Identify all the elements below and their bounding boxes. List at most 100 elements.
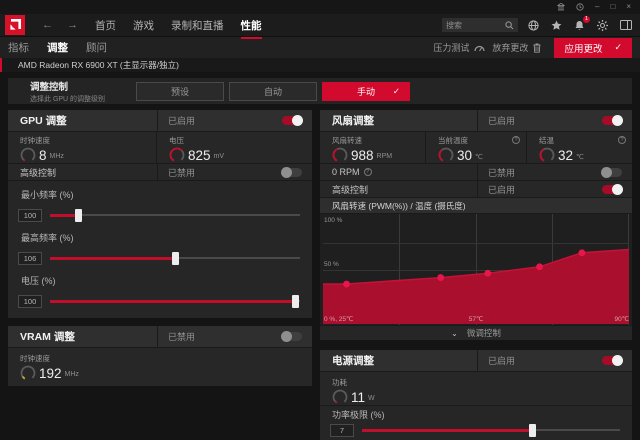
power-tuning-toggle[interactable] xyxy=(602,355,623,366)
min-frequency-label: 最小频率 (%) xyxy=(21,190,74,200)
fan-advanced-toggle[interactable] xyxy=(602,183,623,195)
fan-tuning-panel: 风扇调整 已启用 风扇转速 988 RPM 当前温度 ? 30 ℃ 结温 ? 3… xyxy=(320,110,632,340)
stress-test-label: 压力测试 xyxy=(433,43,470,53)
help-icon[interactable]: ? xyxy=(512,136,520,144)
search-input[interactable] xyxy=(446,20,505,30)
gpu-tuning-status: 已启用 xyxy=(168,116,196,126)
manual-button[interactable]: 手动 ✓ xyxy=(322,81,410,101)
fan-advanced-status: 已启用 xyxy=(488,184,516,195)
maximize-button[interactable]: □ xyxy=(610,3,615,11)
slider-thumb[interactable] xyxy=(74,209,82,222)
current-temp-unit: ℃ xyxy=(475,153,483,161)
main-navbar: ← → 首页 游戏 录制和直播 性能 1 xyxy=(0,14,640,39)
tuning-control-subtitle: 选择此 GPU 的调整级别 xyxy=(30,95,106,103)
power-consumption-unit: W xyxy=(368,395,375,402)
device-bar: AMD Radeon RX 6900 XT (主显示器/独立) xyxy=(0,58,640,72)
notification-badge: 1 xyxy=(583,15,590,23)
voltage-slider[interactable] xyxy=(50,295,300,308)
tab-metrics[interactable]: 指标 xyxy=(8,37,29,58)
tab-tuning[interactable]: 调整 xyxy=(47,37,68,60)
nav-item-home[interactable]: 首页 xyxy=(95,15,116,36)
junction-temp-gauge-icon xyxy=(539,147,555,163)
apply-changes-button[interactable]: 应用更改 ✓ xyxy=(554,37,632,58)
fan-tuning-status: 已启用 xyxy=(488,116,516,126)
power-tuning-title: 电源调整 xyxy=(332,355,374,367)
power-limit-slider[interactable] xyxy=(362,424,620,437)
slider-thumb[interactable] xyxy=(529,424,537,437)
nav-item-performance[interactable]: 性能 xyxy=(240,15,262,39)
nav-menu: 首页 游戏 录制和直播 性能 xyxy=(95,15,262,39)
fan-curve-point xyxy=(437,274,445,281)
trash-icon xyxy=(533,43,541,53)
y-tick-50: 50 % xyxy=(324,261,339,268)
preset-button[interactable]: 预设 xyxy=(136,81,224,101)
vram-clock-label: 时钟速度 xyxy=(20,354,50,363)
current-temp-gauge-icon xyxy=(438,147,454,163)
performance-subnav: 指标 调整 顾问 压力测试 放弃更改 应用更改 ✓ xyxy=(0,36,640,60)
help-icon[interactable]: ? xyxy=(363,168,372,176)
discard-changes-label: 放弃更改 xyxy=(492,43,529,53)
gpu-voltage-value: 825 xyxy=(188,147,211,163)
power-consumption-value: 11 xyxy=(351,389,366,405)
max-frequency-value-input[interactable]: 106 xyxy=(18,252,42,265)
min-frequency-slider[interactable] xyxy=(50,209,300,222)
chevron-down-icon: ⌄ xyxy=(451,328,458,338)
fan-curve-chart-title: 风扇转速 (PWM(%)) / 温度 (摄氏度) xyxy=(320,198,632,214)
x-tick-max: 90℃ xyxy=(614,316,629,323)
nav-item-record-stream[interactable]: 录制和直播 xyxy=(171,15,224,36)
max-frequency-slider[interactable] xyxy=(50,252,300,265)
minimize-button[interactable]: – xyxy=(595,3,599,11)
discard-changes-button[interactable]: 放弃更改 xyxy=(492,41,541,54)
slider-thumb[interactable] xyxy=(172,252,179,265)
fan-curve-point xyxy=(343,280,350,288)
search-icon xyxy=(505,20,514,29)
help-icon[interactable]: ? xyxy=(618,136,626,144)
fine-tune-label: 微调控制 xyxy=(466,328,501,338)
gear-icon[interactable] xyxy=(597,19,608,31)
gpu-advanced-status: 已禁用 xyxy=(168,167,196,178)
titlebar: – □ × xyxy=(0,0,640,14)
gpu-tuning-panel: GPU 调整 已启用 时钟速度 8 MHz 电压 825 mV 高级控制 已禁用… xyxy=(8,110,312,318)
voltage-value-input[interactable]: 100 xyxy=(18,295,42,308)
tab-advisor[interactable]: 顾问 xyxy=(86,37,107,58)
gpu-tuning-toggle[interactable] xyxy=(282,115,303,126)
fan-tuning-toggle[interactable] xyxy=(602,115,623,126)
min-frequency-value-input[interactable]: 100 xyxy=(18,209,42,222)
vram-clock-value: 192 xyxy=(39,365,62,381)
gpu-advanced-toggle[interactable] xyxy=(281,166,302,178)
zero-rpm-toggle[interactable] xyxy=(601,166,622,178)
vram-tuning-status: 已禁用 xyxy=(168,332,196,342)
building-icon[interactable] xyxy=(557,3,566,11)
gpu-clock-gauge-icon xyxy=(20,147,36,163)
globe-icon[interactable] xyxy=(528,19,539,31)
y-tick-100: 100 % xyxy=(324,217,343,224)
power-limit-value-input[interactable]: 7 xyxy=(330,424,354,437)
slider-thumb[interactable] xyxy=(292,295,299,308)
gpu-tuning-title: GPU 调整 xyxy=(20,115,67,127)
nav-icons: 1 xyxy=(528,15,632,31)
amd-logo[interactable] xyxy=(5,15,25,35)
forward-arrow-icon[interactable]: → xyxy=(67,19,78,31)
vram-tuning-toggle[interactable] xyxy=(281,331,302,342)
x-tick-mid: 57℃ xyxy=(468,316,484,323)
back-arrow-icon[interactable]: ← xyxy=(42,19,53,31)
fine-tune-control-expander[interactable]: ⌄ 微调控制 xyxy=(320,326,632,340)
fan-curve-point xyxy=(578,249,586,257)
nav-item-gaming[interactable]: 游戏 xyxy=(133,15,154,36)
clock-icon[interactable] xyxy=(576,3,584,11)
max-frequency-label: 最高频率 (%) xyxy=(21,233,74,243)
search-box[interactable] xyxy=(442,18,518,32)
fan-curve-plot[interactable] xyxy=(323,216,629,324)
layout-panel-icon[interactable] xyxy=(620,20,632,30)
zero-rpm-status: 已禁用 xyxy=(488,167,516,178)
auto-button[interactable]: 自动 xyxy=(229,81,317,101)
current-temp-value: 30 xyxy=(457,147,473,163)
close-button[interactable]: × xyxy=(626,3,631,11)
gpu-voltage-label: 电压 xyxy=(169,136,184,145)
gpu-clock-value: 8 xyxy=(39,147,47,163)
star-icon[interactable] xyxy=(551,20,562,31)
apply-changes-label: 应用更改 xyxy=(564,43,603,55)
stress-test-button[interactable]: 压力测试 xyxy=(433,41,486,54)
bell-icon[interactable]: 1 xyxy=(574,15,590,31)
min-frequency-slider-group: 最小频率 (%) 100 xyxy=(8,183,312,226)
